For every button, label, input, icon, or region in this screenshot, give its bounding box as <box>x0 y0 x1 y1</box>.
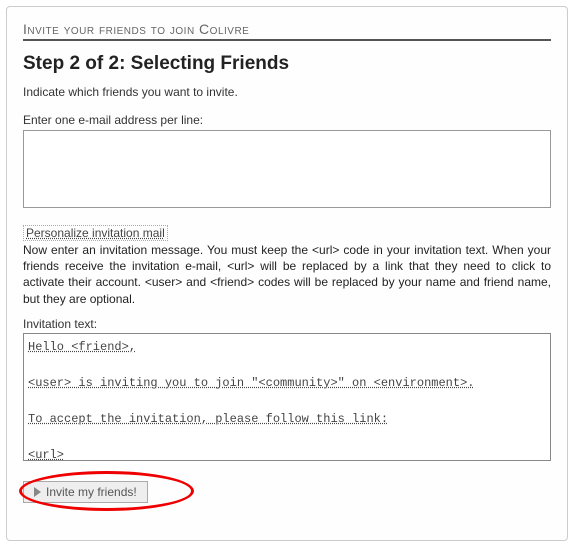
play-icon <box>34 487 41 497</box>
secondary-title: Invite your friends to join Colivre <box>23 21 551 41</box>
invite-panel: Invite your friends to join Colivre Step… <box>6 6 568 541</box>
invite-friends-button[interactable]: Invite my friends! <box>23 481 148 503</box>
invitation-label: Invitation text: <box>23 317 551 331</box>
email-addresses-input[interactable] <box>23 130 551 208</box>
submit-label: Invite my friends! <box>46 485 137 499</box>
invitation-text-input[interactable] <box>23 333 551 461</box>
personalize-help-text: Now enter an invitation message. You mus… <box>23 242 551 307</box>
page-title: Step 2 of 2: Selecting Friends <box>23 53 551 75</box>
email-label: Enter one e-mail address per line: <box>23 113 551 127</box>
submit-row: Invite my friends! <box>23 481 551 521</box>
personalize-link[interactable]: Personalize invitation mail <box>23 225 168 241</box>
invitation-wrapper <box>23 333 551 461</box>
instruction-text: Indicate which friends you want to invit… <box>23 85 551 99</box>
